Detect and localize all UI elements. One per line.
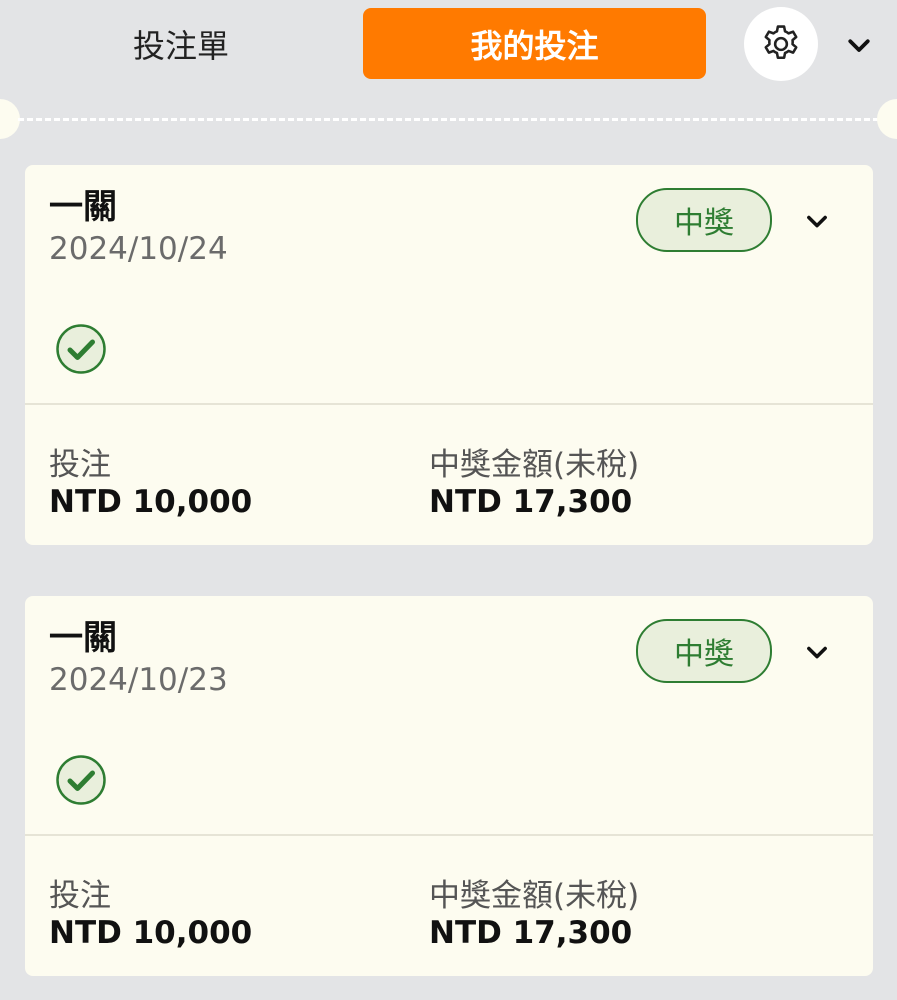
stake-label: 投注 [49, 878, 111, 914]
stake-field: 投注 NTD 10,000 [49, 447, 252, 521]
payout-amount: NTD 17,300 [429, 484, 633, 520]
payout-label: 中獎金額(未稅) [429, 878, 640, 914]
card-separator [25, 403, 873, 405]
expand-button[interactable] [797, 632, 837, 672]
divider-notch-left [0, 99, 20, 139]
dashed-line [18, 118, 879, 121]
bet-date: 2024/10/24 [49, 231, 228, 267]
top-tab-bar: 投注單 我的投注 [0, 0, 897, 92]
stake-label: 投注 [49, 447, 111, 483]
tab-betslip[interactable]: 投注單 [10, 8, 352, 79]
divider-notch-right [877, 99, 897, 139]
chevron-down-icon [807, 215, 827, 228]
stake-amount: NTD 10,000 [49, 484, 253, 520]
card-separator [25, 834, 873, 836]
stake-amount: NTD 10,000 [49, 915, 253, 951]
payout-field: 中獎金額(未稅) NTD 17,300 [429, 447, 639, 521]
chevron-down-icon [848, 39, 870, 52]
check-circle-icon [56, 755, 106, 805]
payout-field: 中獎金額(未稅) NTD 17,300 [429, 878, 639, 952]
bet-date: 2024/10/23 [49, 662, 228, 698]
ticket-divider [0, 99, 897, 139]
check-circle-icon [56, 324, 106, 374]
expand-button[interactable] [797, 201, 837, 241]
gear-icon [764, 25, 798, 60]
tab-my-bets[interactable]: 我的投注 [363, 8, 706, 79]
payout-amount: NTD 17,300 [429, 915, 633, 951]
settings-button[interactable] [744, 7, 818, 81]
collapse-button[interactable] [836, 22, 882, 68]
bet-type-title: 一關 [49, 618, 117, 658]
chevron-down-icon [807, 646, 827, 659]
bet-card[interactable]: 一關 2024/10/24 中獎 投注 NTD 10,000 中獎金額(未稅) … [25, 165, 873, 545]
bet-card[interactable]: 一關 2024/10/23 中獎 投注 NTD 10,000 中獎金額(未稅) … [25, 596, 873, 976]
bet-type-title: 一關 [49, 187, 117, 227]
payout-label: 中獎金額(未稅) [429, 447, 640, 483]
stake-field: 投注 NTD 10,000 [49, 878, 252, 952]
status-badge: 中獎 [636, 188, 772, 252]
status-badge: 中獎 [636, 619, 772, 683]
